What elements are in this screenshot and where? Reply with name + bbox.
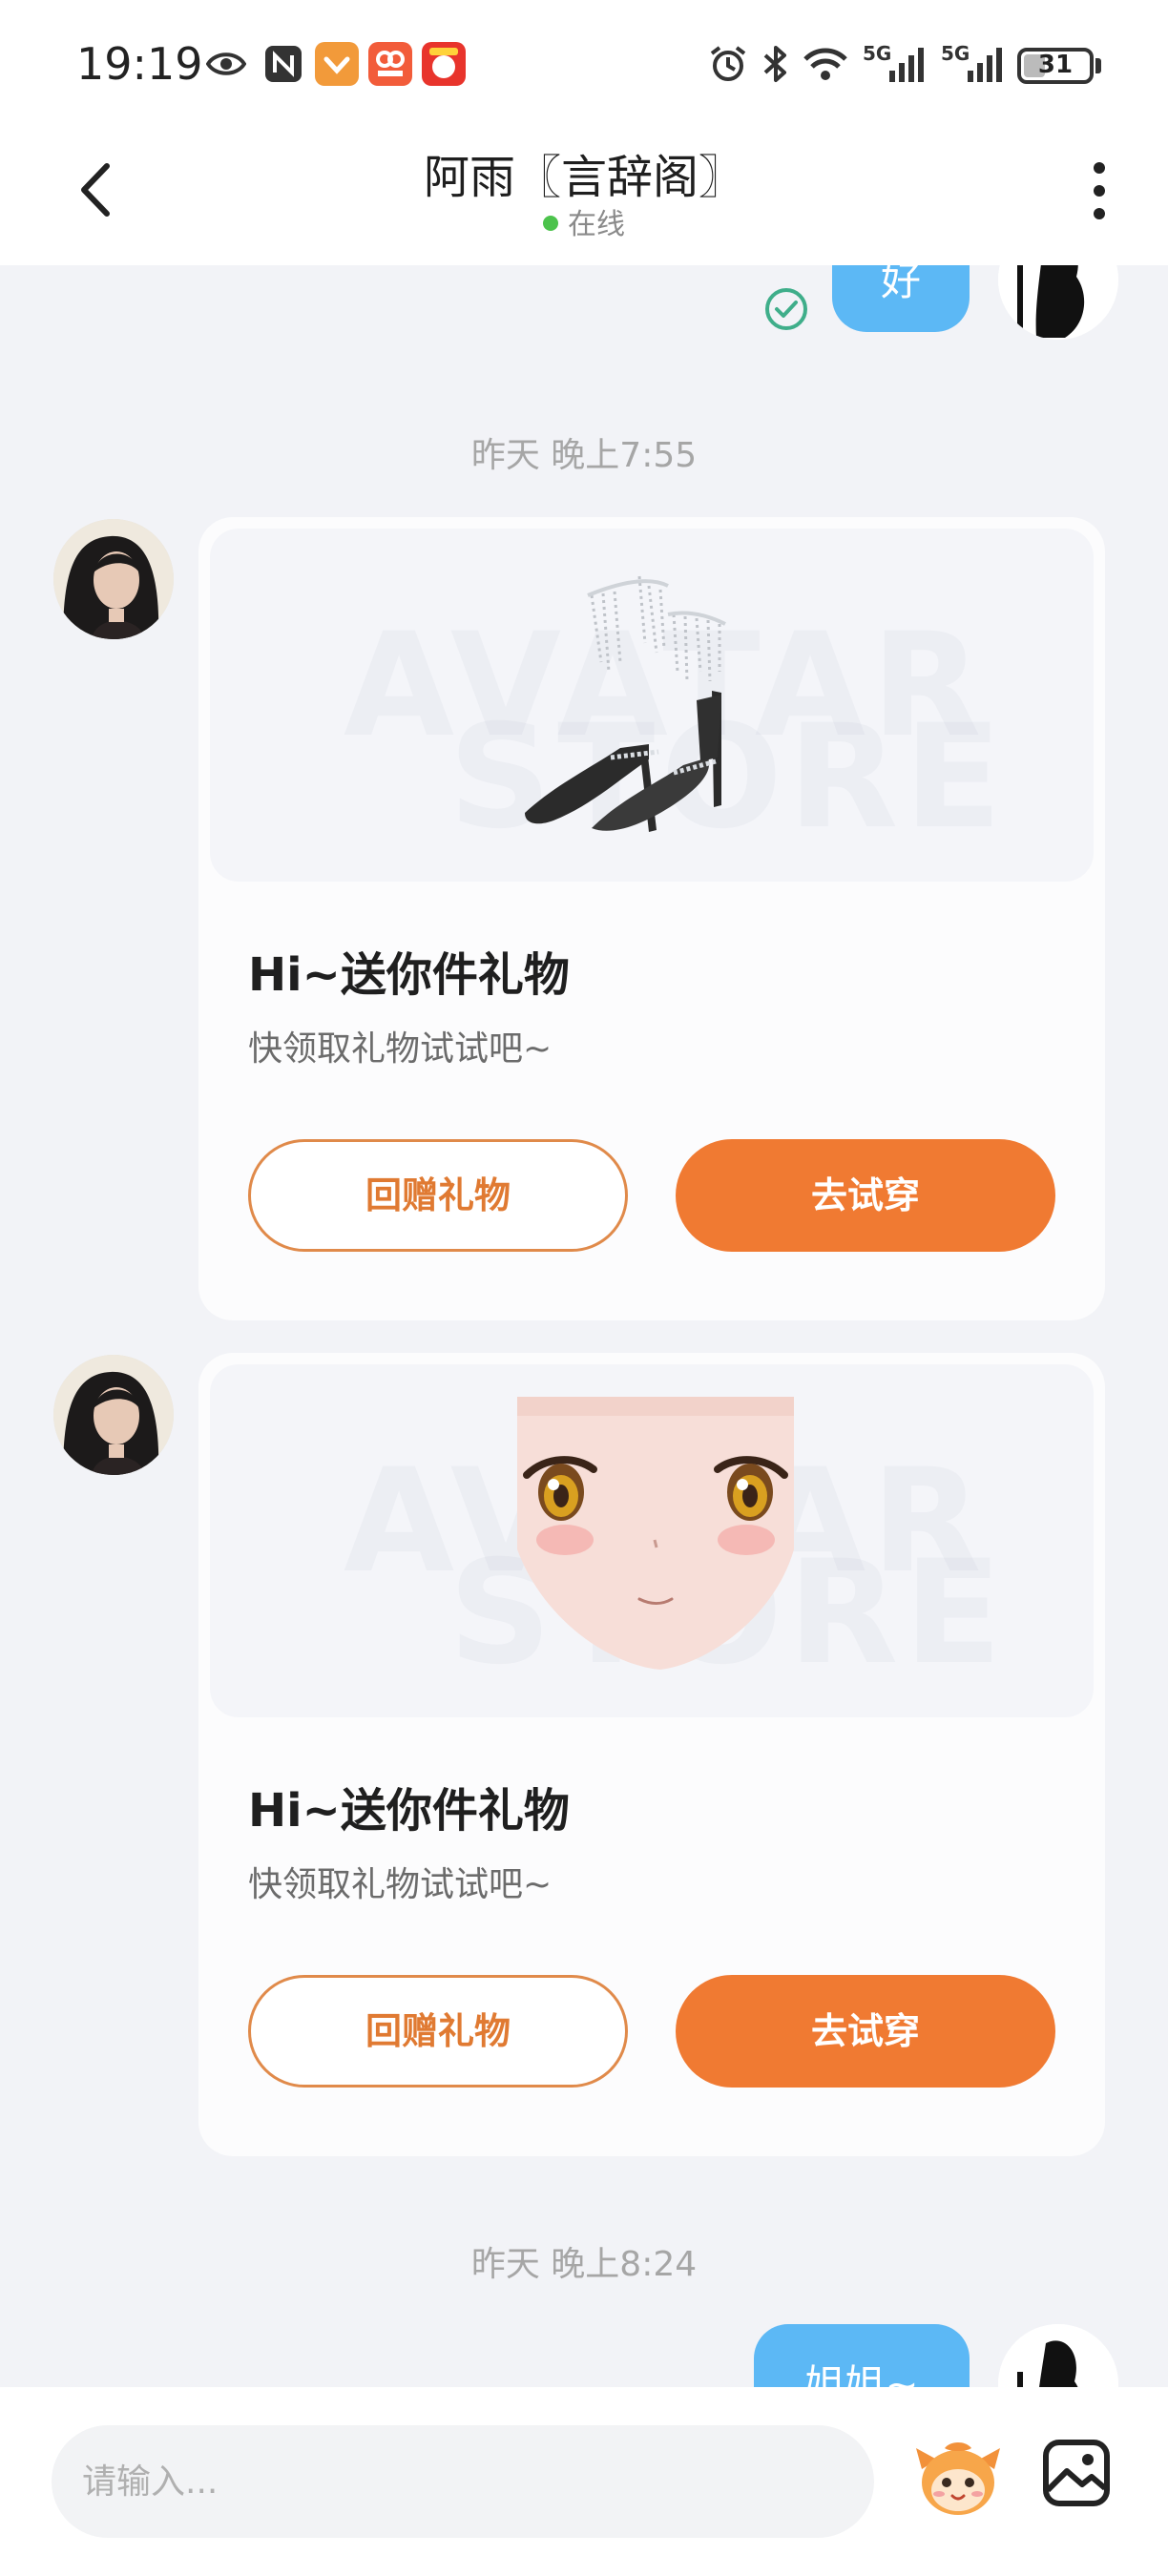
try-on-button[interactable]: 去试穿 [676,1139,1055,1252]
gift-card: AVATAR STORE [198,517,1105,1320]
signal-bars-icon [889,48,924,82]
bluetooth-icon [763,46,786,82]
gift-title: Hi~送你件礼物 [248,948,570,1002]
heels-icon [525,575,726,832]
gift-subtitle: 快领取礼物试试吧~ [248,1865,553,1904]
chat-title: 阿雨〖言辞阁〗 [423,151,744,204]
alarm-icon [710,46,746,81]
nfc-icon [265,46,302,82]
contact-avatar[interactable] [53,519,174,639]
battery-percent: 31 [1037,51,1074,79]
back-button[interactable] [69,156,126,223]
online-status-text: 在线 [568,208,625,241]
online-status: 在线 [286,200,882,242]
chat-screen: 好 昨天 晚上7:55 AVATAR STORE Hi~送你件礼物 快领取礼物试… [0,0,1168,2576]
status-bar: 19:19 5G 5G 31 [0,0,1168,130]
more-options-button[interactable] [1084,162,1115,223]
online-dot-icon [543,215,558,231]
return-gift-button[interactable]: 回赠礼物 [248,1975,628,2088]
battery-tip [1095,58,1101,73]
input-bar [0,2387,1168,2576]
anime-face-icon [517,1397,794,1670]
status-time: 19:19 [76,38,203,90]
read-check-icon [765,288,807,330]
app-icon-pinduoduo [368,42,412,86]
battery-icon: 31 [1017,48,1094,84]
app-icon-takeout [422,42,466,86]
chevron-left-icon [81,163,110,217]
message-timestamp: 昨天 晚上8:24 [470,2245,698,2284]
eye-icon [206,52,246,75]
app-icon-orange [315,42,359,86]
more-dot-icon [1094,185,1105,197]
gift-preview[interactable]: AVATAR STORE [210,529,1094,882]
message-list[interactable]: 好 昨天 晚上7:55 AVATAR STORE Hi~送你件礼物 快领取礼物试… [0,0,1168,2446]
message-input[interactable] [52,2425,874,2538]
girl-portrait-icon [53,1355,174,1475]
wifi-icon [803,48,847,80]
gift-title: Hi~送你件礼物 [248,1784,570,1838]
gift-subtitle: 快领取礼物试试吧~ [248,1029,553,1069]
photo-button[interactable] [1040,2437,1113,2509]
mascot-emoji-icon [916,2442,1000,2515]
signal-bars-icon [968,48,1002,82]
emoji-button[interactable] [912,2431,1004,2523]
message-timestamp: 昨天 晚上7:55 [470,436,698,475]
gift-preview[interactable]: AVATAR STORE [210,1364,1094,1717]
return-gift-button[interactable]: 回赠礼物 [248,1139,628,1252]
gift-card: AVATAR STORE [198,1353,1105,2156]
header: 19:19 5G 5G 31 阿雨〖言辞阁〗 在线 [0,0,1168,265]
more-dot-icon [1094,162,1105,174]
contact-avatar[interactable] [53,1355,174,1475]
image-icon [1043,2440,1110,2506]
try-on-button[interactable]: 去试穿 [676,1975,1055,2088]
more-dot-icon [1094,208,1105,219]
girl-portrait-icon [53,519,174,639]
